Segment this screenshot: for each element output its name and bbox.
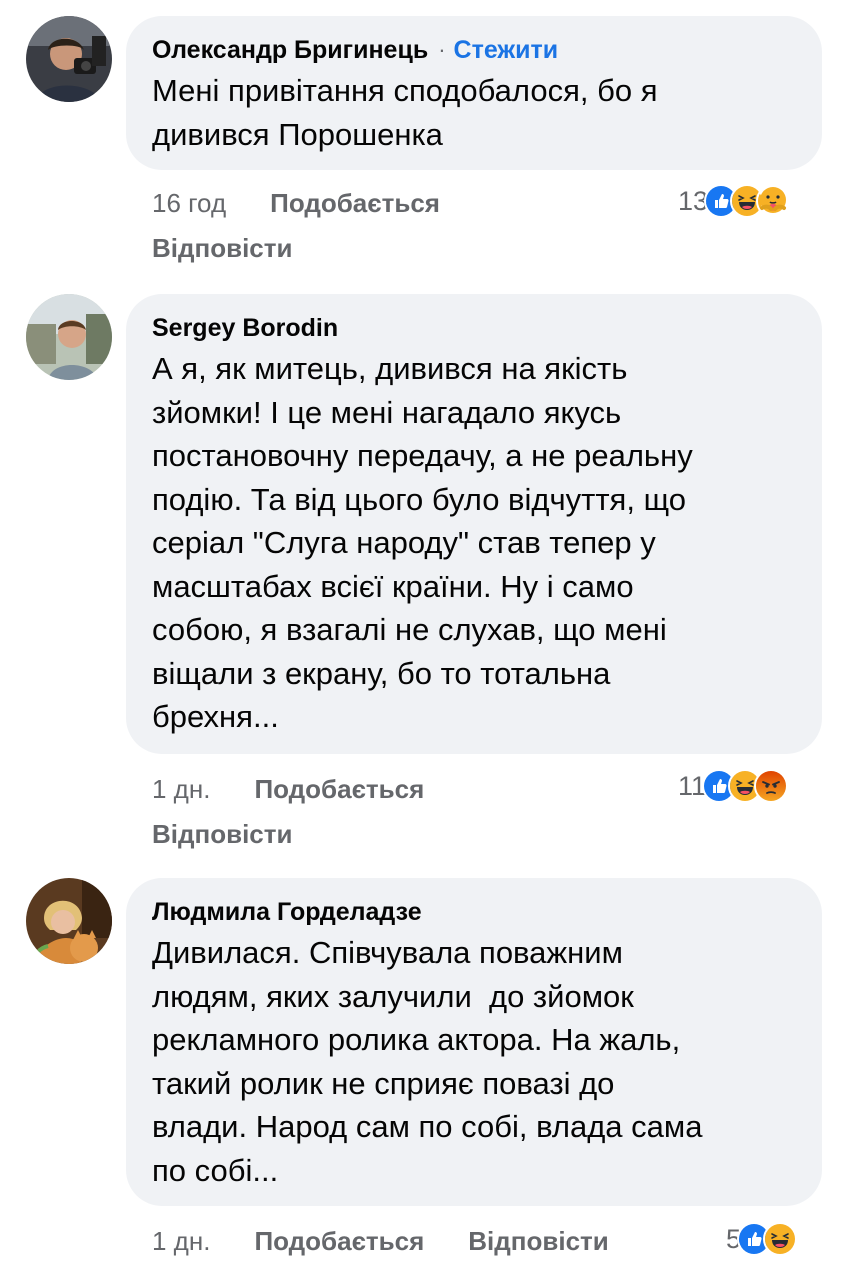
comment-meta: 1 дн. Подобається — [152, 772, 424, 806]
comment-author[interactable]: Людмила Горделадзе — [152, 896, 422, 928]
comment-meta: 1 дн. Подобається Відповісти — [152, 1224, 609, 1258]
reply-button[interactable]: Відповісти — [468, 1226, 608, 1256]
separator-dot: · — [438, 37, 446, 62]
like-button[interactable]: Подобається — [254, 774, 424, 804]
comment-text: А я, як митець, дивився на якість зйомки… — [152, 351, 693, 734]
angry-icon — [754, 769, 789, 803]
comment-text: Мені привітання сподобалося, бо я дививс… — [152, 73, 658, 152]
like-button[interactable]: Подобається — [254, 1226, 424, 1256]
comment-bubble: Олександр Бригинець · Стежити Мені приві… — [126, 16, 822, 170]
comment-text: Дивилася. Співчувала поважним людям, яки… — [152, 935, 703, 1188]
reaction-summary[interactable]: 11 — [678, 769, 789, 803]
comment-time[interactable]: 16 год — [152, 188, 226, 218]
comment-author[interactable]: Sergey Borodin — [152, 312, 338, 344]
avatar-liudmyla[interactable] — [26, 878, 112, 964]
comment-time[interactable]: 1 дн. — [152, 1226, 210, 1256]
reply-button[interactable]: Відповісти — [152, 817, 292, 851]
comment-author[interactable]: Олександр Бригинець — [152, 34, 428, 66]
comment-time[interactable]: 1 дн. — [152, 774, 210, 804]
reaction-summary[interactable]: 5 — [726, 1222, 798, 1256]
care-icon — [756, 184, 791, 218]
like-button[interactable]: Подобається — [270, 188, 440, 218]
comment-bubble: Sergey Borodin А я, як митець, дивився н… — [126, 294, 822, 754]
avatar-sergey[interactable] — [26, 294, 112, 380]
avatar-oleksandr[interactable] — [26, 16, 112, 102]
comment-meta: 16 год Подобається — [152, 186, 440, 220]
follow-button[interactable]: Стежити — [454, 34, 559, 66]
reaction-summary[interactable]: 13 — [678, 184, 791, 218]
comment-bubble: Людмила Горделадзе Дивилася. Співчувала … — [126, 878, 822, 1206]
reply-button[interactable]: Відповісти — [152, 231, 292, 265]
haha-icon — [763, 1222, 798, 1256]
